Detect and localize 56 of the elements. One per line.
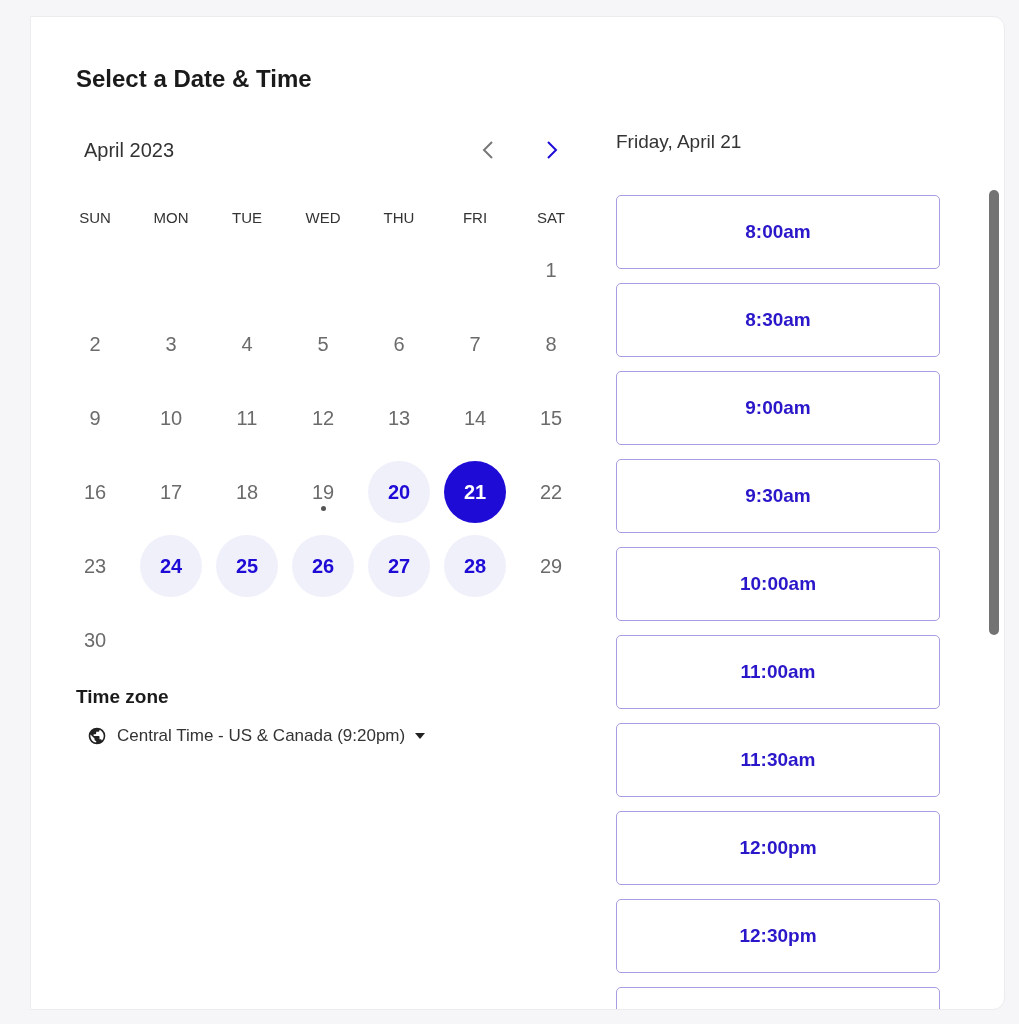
selected-date-label: Friday, April 21 — [616, 130, 742, 154]
day-number: 22 — [539, 480, 563, 505]
day-number: 17 — [159, 480, 183, 505]
weekday-label: WED — [305, 207, 341, 228]
weekday-label: MON — [153, 207, 189, 228]
day-number: 5 — [317, 332, 329, 357]
weekday-label: TUE — [232, 207, 262, 228]
time-slot-button[interactable]: 12:00pm — [616, 811, 940, 885]
day-number: 30 — [83, 628, 107, 653]
calendar-day[interactable]: 21 — [444, 461, 506, 523]
day-number: 23 — [83, 554, 107, 579]
time-slot-button[interactable]: 9:00am — [616, 371, 940, 445]
weekday-label: FRI — [462, 207, 488, 228]
day-number: 1 — [545, 258, 557, 283]
chevron-left-icon — [482, 140, 494, 160]
calendar-day[interactable]: 28 — [444, 535, 506, 597]
time-slot-button[interactable]: 10:00am — [616, 547, 940, 621]
chevron-right-icon — [546, 140, 558, 160]
calendar-day[interactable]: 25 — [216, 535, 278, 597]
page-title: Select a Date & Time — [76, 64, 312, 94]
weekday-label: SUN — [79, 207, 111, 228]
day-number: 3 — [165, 332, 177, 357]
day-number: 7 — [469, 332, 481, 357]
globe-icon — [87, 726, 107, 746]
day-number: 29 — [539, 554, 563, 579]
day-number: 10 — [159, 406, 183, 431]
day-number: 19 — [311, 480, 335, 505]
day-number: 6 — [393, 332, 405, 357]
time-zone-dropdown[interactable]: Central Time - US & Canada (9:20pm) — [87, 724, 426, 748]
time-slot-button[interactable]: 11:30am — [616, 723, 940, 797]
month-label: April 2023 — [84, 138, 175, 163]
time-slot-button[interactable]: 8:00am — [616, 195, 940, 269]
calendar-day[interactable]: 24 — [140, 535, 202, 597]
weekday-label: THU — [383, 207, 415, 228]
day-number: 9 — [89, 406, 101, 431]
day-number: 8 — [545, 332, 557, 357]
day-number: 15 — [539, 406, 563, 431]
calendar-day[interactable]: 27 — [368, 535, 430, 597]
day-number: 16 — [83, 480, 107, 505]
day-number: 2 — [89, 332, 101, 357]
day-number: 11 — [236, 406, 258, 431]
time-slot-button[interactable]: 9:30am — [616, 459, 940, 533]
time-slot-button[interactable]: 12:30pm — [616, 899, 940, 973]
day-number: 18 — [235, 480, 259, 505]
day-number: 14 — [463, 406, 487, 431]
time-zone-heading: Time zone — [76, 685, 169, 709]
caret-down-icon — [415, 733, 426, 739]
scrollbar[interactable] — [989, 190, 999, 635]
calendar-day[interactable]: 26 — [292, 535, 354, 597]
weekday-label: SAT — [536, 207, 566, 228]
calendar-day[interactable]: 20 — [368, 461, 430, 523]
time-slot-button[interactable]: 8:30am — [616, 283, 940, 357]
day-number: 13 — [387, 406, 411, 431]
day-number: 4 — [241, 332, 253, 357]
day-number: 12 — [311, 406, 335, 431]
time-slot-button[interactable]: 11:00am — [616, 635, 940, 709]
